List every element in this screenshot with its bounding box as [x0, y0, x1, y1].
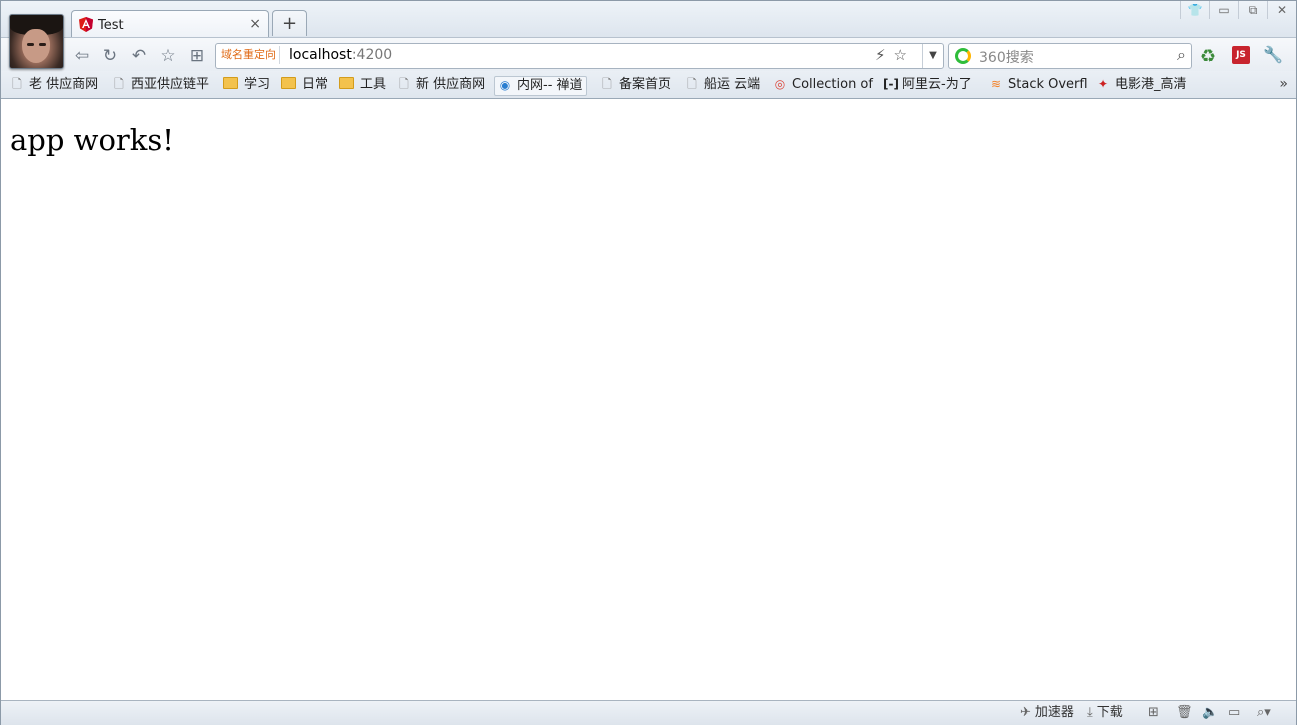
bookmark-item[interactable]: ◎ Collection of [773, 76, 873, 94]
status-bar: ✈ 加速器 ⤓ 下载 ⊞ 🗑 🔈 ▭ ⌕▾ [1, 700, 1296, 725]
address-actions: ⚡☆ [875, 46, 915, 64]
page-content: app works! [1, 99, 1296, 700]
refresh-icon[interactable]: ↻ [100, 46, 120, 66]
chrome-icon: ◎ [774, 77, 786, 91]
close-tab-icon[interactable]: × [249, 16, 261, 32]
folder-icon [281, 77, 296, 89]
sound-icon[interactable]: 🔈 [1202, 705, 1218, 720]
rocket-icon: ✈ [1020, 705, 1031, 720]
lightning-icon[interactable]: ⚡ [875, 46, 894, 64]
recycle-icon[interactable]: ♻ [1200, 46, 1216, 67]
bookmark-item[interactable]: ≋ Stack Overfl [989, 76, 1088, 94]
page-icon: 🗋 [399, 77, 409, 91]
tab-test[interactable]: Test × [71, 10, 269, 38]
search-box[interactable]: 360搜索 ⌕ [948, 43, 1192, 69]
bookmark-item[interactable]: 🗋 老 供应商网 [10, 76, 98, 94]
download-button[interactable]: ⤓ 下载 [1087, 705, 1123, 721]
undo-close-icon[interactable]: ↶ [129, 46, 149, 66]
zoom-in-icon[interactable]: ⊞ [1148, 705, 1159, 720]
maximize-button[interactable]: ⧉ [1238, 1, 1267, 19]
angular-icon [79, 17, 93, 32]
page-icon: 🗋 [687, 77, 697, 91]
window-controls: 👕 ▭ ⧉ ✕ [1180, 1, 1296, 21]
download-icon: ⤓ [1087, 705, 1093, 720]
back-icon[interactable]: ⇦ [72, 46, 92, 66]
folder-icon [223, 77, 238, 89]
aliyun-icon: [-] [883, 77, 899, 91]
page-icon: 🗋 [114, 77, 124, 91]
search-input[interactable]: 360搜索 [979, 47, 1034, 67]
close-window-button[interactable]: ✕ [1267, 1, 1296, 19]
page-icon: 🗋 [12, 77, 22, 91]
user-avatar[interactable] [9, 14, 64, 69]
page-icon: 🗋 [602, 77, 612, 91]
js-extension-icon[interactable]: JS [1232, 46, 1250, 64]
navigation-toolbar: ⇦ ↻ ↶ ☆ ⊞ 域名重定向 localhost:4200 ⚡☆ ▼ 360搜… [1, 37, 1296, 72]
minimize-button[interactable]: ▭ [1209, 1, 1238, 19]
bookmark-item[interactable]: 🗋 新 供应商网 [397, 76, 485, 94]
bookmark-folder[interactable]: 学习 [223, 76, 270, 94]
more-bookmarks-icon[interactable]: » [1279, 76, 1288, 92]
page-heading: app works! [10, 123, 174, 157]
bookmark-folder[interactable]: 工具 [339, 76, 386, 94]
browser-window: Test × + 👕 ▭ ⧉ ✕ ⇦ ↻ ↶ ☆ ⊞ 域名重定向 localho… [0, 0, 1297, 725]
favorite-icon[interactable]: ☆ [158, 46, 178, 66]
address-dropdown-icon[interactable]: ▼ [922, 44, 943, 68]
tab-strip: Test × + 👕 ▭ ⧉ ✕ [1, 1, 1296, 69]
bookmark-item[interactable]: ✦ 电影港_高清 [1096, 76, 1187, 94]
screen-icon[interactable]: ▭ [1228, 705, 1240, 720]
globe-icon: ◉ [499, 78, 511, 92]
url-port: :4200 [351, 47, 393, 63]
redirect-badge[interactable]: 域名重定向 [218, 46, 280, 64]
bookmark-item[interactable]: 🗋 备案首页 [600, 76, 671, 94]
360-logo-icon [955, 48, 971, 64]
bookmark-item[interactable]: ◉ 内网-- 禅道 [494, 76, 587, 96]
skin-icon[interactable]: 👕 [1180, 1, 1209, 19]
accelerator-button[interactable]: ✈ 加速器 [1020, 705, 1074, 721]
bookmark-folder[interactable]: 日常 [281, 76, 328, 94]
url-host: localhost [289, 47, 352, 63]
trash-icon[interactable]: 🗑 [1176, 705, 1193, 720]
folder-icon [339, 77, 354, 89]
url-text[interactable]: localhost:4200 [289, 47, 392, 63]
tab-title: Test [98, 18, 124, 33]
stackoverflow-icon: ≋ [990, 77, 1002, 91]
bookmark-star-icon[interactable]: ☆ [894, 46, 915, 64]
new-tab-button[interactable]: + [272, 10, 307, 36]
bookmark-item[interactable]: [-] 阿里云-为了 [883, 76, 972, 94]
search-icon[interactable]: ⌕ [1177, 45, 1186, 65]
address-bar[interactable]: 域名重定向 localhost:4200 ⚡☆ ▼ [215, 43, 944, 69]
film-icon: ✦ [1097, 77, 1109, 91]
bookmark-item[interactable]: 🗋 西亚供应链平 [112, 76, 209, 94]
zoom-icon[interactable]: ⌕▾ [1257, 705, 1271, 720]
bookmark-item[interactable]: 🗋 船运 云端 [685, 76, 760, 94]
tools-icon[interactable]: 🔧 [1263, 45, 1283, 64]
bookmarks-bar: 🗋 老 供应商网 🗋 西亚供应链平 学习 日常 工具 🗋 新 供应商网 ◉ 内网-- 禅… [1, 71, 1296, 99]
apps-icon[interactable]: ⊞ [187, 46, 207, 66]
